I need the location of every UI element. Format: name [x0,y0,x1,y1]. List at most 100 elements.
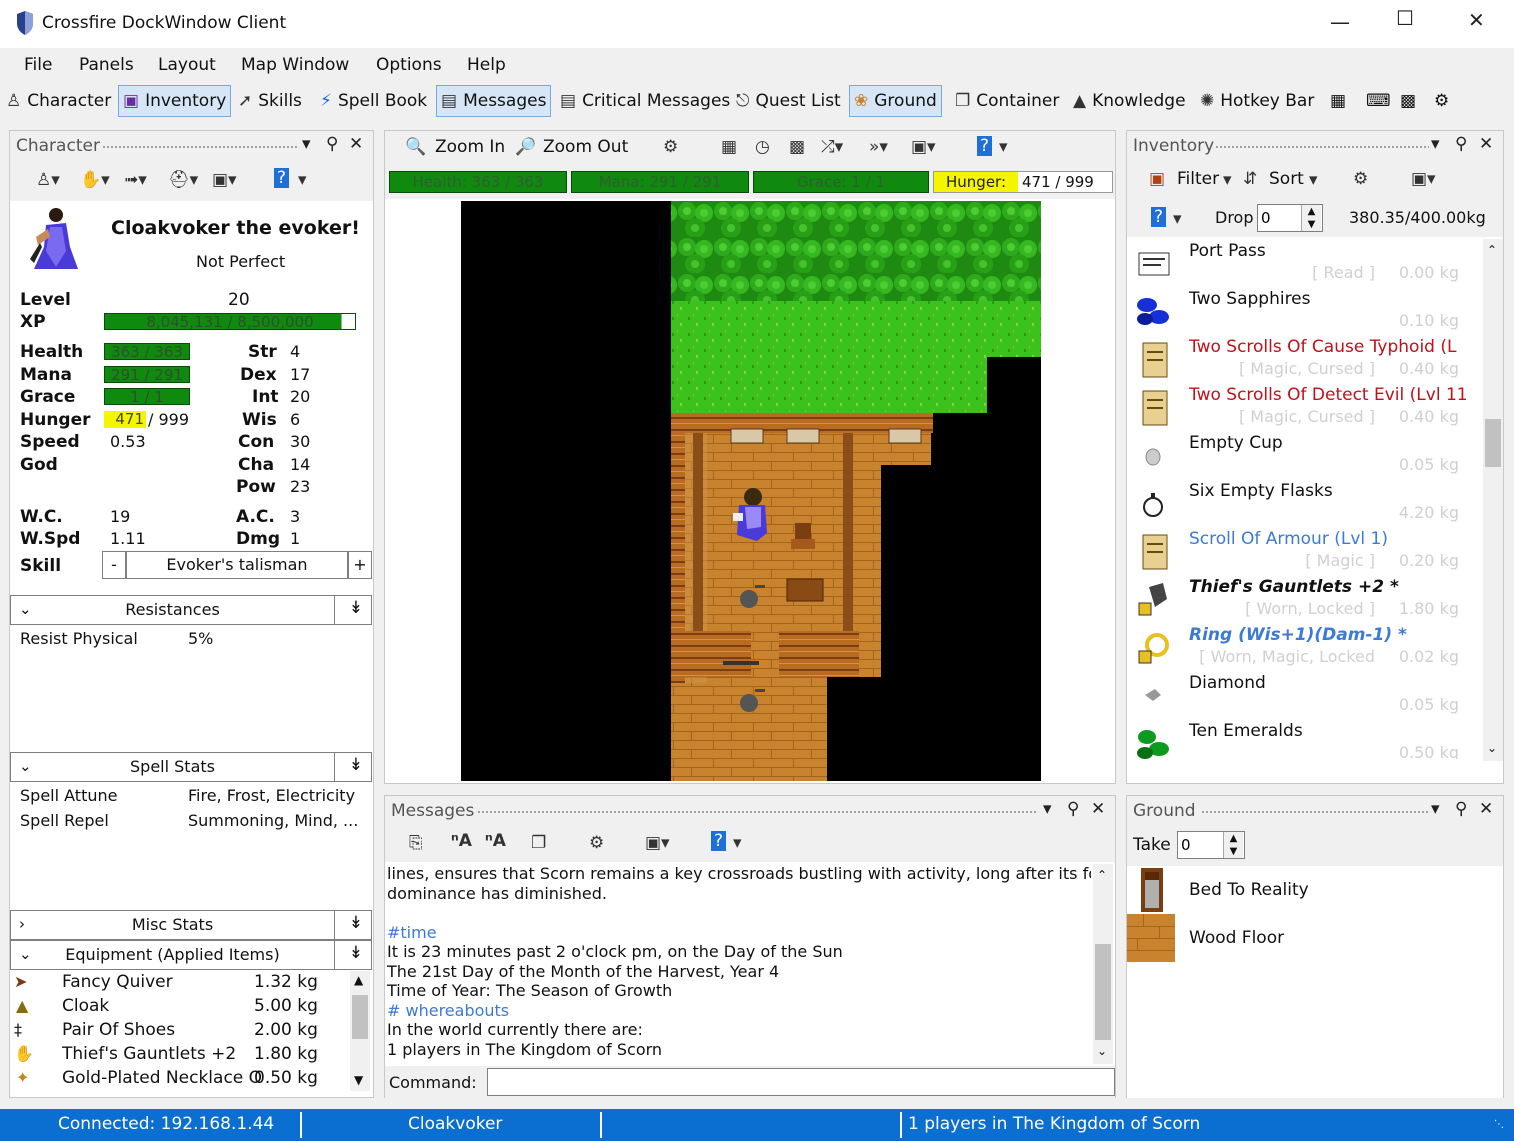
menu-layout[interactable]: Layout [158,55,216,75]
toolbar-hotkey-bar-button[interactable]: ✺ Hotkey Bar [1196,85,1318,117]
scroll-down-icon[interactable]: ▼ [354,1073,363,1087]
font-smaller-icon[interactable]: ⁿA [485,831,506,851]
spell-stats-section-header[interactable]: ⌄ Spell Stats ↡ [10,752,372,782]
layout-icon[interactable]: ▣▾ [212,170,237,190]
close-icon[interactable]: ✕ [1479,799,1493,819]
scroll-down-icon[interactable]: ⌄ [1097,1044,1107,1058]
clock-icon[interactable]: ◷ [755,137,770,157]
close-icon[interactable]: ✕ [349,134,363,154]
person-icon[interactable]: ♙▾ [36,170,60,190]
scroll-up-icon[interactable]: ▲ [354,973,363,987]
keyboard-icon[interactable]: ⌨ [1362,85,1395,117]
toolbar-critical-messages-button[interactable]: ▤ Critical Messages [556,85,734,117]
close-icon[interactable]: ✕ [1091,799,1105,819]
ground-list[interactable]: Bed To Reality Wood Floor [1127,866,1503,1098]
inventory-list[interactable]: Port Pass [ Read ] 0.00 kg Two Sapphires 0.1… [1127,239,1483,759]
settings-gear-icon[interactable]: ⚙ [663,137,678,157]
toolbar-inventory-button[interactable]: ▣ Inventory [118,85,232,117]
copy-icon[interactable]: ❐ [531,833,546,853]
layout-icon[interactable]: ▣▾ [911,137,936,157]
list-item[interactable]: ➤ Fancy Quiver 1.32 kg [10,971,350,995]
settings-gear-icon[interactable]: ⚙ [589,833,604,853]
settings-gear-icon[interactable]: ⚙ [1353,169,1368,189]
dropdown-arrow-icon[interactable]: ▾ [1043,799,1052,819]
toolbar-messages-button[interactable]: ▤ Messages [436,85,552,117]
maximize-icon[interactable]: ☐ [1396,6,1414,30]
help-icon[interactable]: ? [711,831,727,851]
list-item[interactable]: Wood Floor [1127,914,1503,962]
double-chevron-icon[interactable]: ↡ [349,913,363,933]
resistances-section-header[interactable]: ⌄ Resistances ↡ [10,595,372,625]
toolbar-character-button[interactable]: ♙ Character [2,85,115,117]
misc-stats-section-header[interactable]: › Misc Stats ↡ [10,910,372,940]
dropdown-arrow-icon[interactable]: ▾ [1431,134,1440,154]
list-item[interactable]: Two Scrolls Of Detect Evil (Lvl 11 [ Magi… [1127,383,1483,431]
toolbar-knowledge-button[interactable]: ▲ Knowledge [1069,85,1190,117]
settings-gear-icon[interactable]: ⚙ [1430,85,1453,117]
equipment-section-header[interactable]: ⌄ Equipment (Applied Items) ↡ [10,940,372,970]
chevron-down-icon[interactable]: ▾ [1173,209,1182,229]
help-icon[interactable]: ? [274,168,290,188]
list-item[interactable]: Scroll Of Armour (Lvl 1) [ Magic ] 0.20 kg [1127,527,1483,575]
messages-scrollbar[interactable]: ⌃ ⌄ [1093,864,1113,1064]
list-item[interactable]: ✋ Thief's Gauntlets +2 1.80 kg [10,1043,350,1067]
pin-icon[interactable]: ⚲ [1455,134,1467,154]
zoom-out-icon[interactable]: 🔎 [515,137,536,157]
sort-button[interactable]: Sort [1269,169,1304,189]
minimize-icon[interactable]: — [1330,10,1350,34]
menu-panels[interactable]: Panels [79,55,134,75]
toolbar-skills-button[interactable]: ➚ Skills [234,85,306,117]
dropdown-arrow-icon[interactable]: ▾ [1431,799,1440,819]
menu-help[interactable]: Help [467,55,506,75]
scroll-down-icon[interactable]: ⌄ [1487,741,1497,755]
fast-forward-icon[interactable]: »▾ [869,137,888,157]
layout-grid-icon[interactable]: ▦ [1326,85,1350,117]
sack-icon[interactable]: ⛑▾ [168,170,198,190]
list-item[interactable]: ‡ Pair Of Shoes 2.00 kg [10,1019,350,1043]
command-input[interactable] [487,1068,1115,1096]
double-chevron-icon[interactable]: ↡ [349,598,363,618]
drop-quantity-stepper[interactable]: ▲ ▼ [1301,205,1321,231]
message-link[interactable]: #time [387,923,437,942]
direction-icon[interactable]: ⤮▾ [821,137,843,157]
game-map[interactable] [461,201,1041,781]
chevron-down-icon[interactable]: ▾ [1223,170,1232,190]
inventory-scrollbar[interactable]: ⌃ ⌄ [1483,239,1503,761]
skill-next-button[interactable]: + [348,551,372,579]
list-item[interactable]: Two Sapphires 0.10 kg [1127,287,1483,335]
toolbar-ground-button[interactable]: ❀ Ground [849,85,942,117]
zoom-in-icon[interactable]: 🔍 [405,137,426,157]
dropdown-arrow-icon[interactable]: ▾ [302,134,311,154]
message-log[interactable]: lines, ensures that Scorn remains a key … [385,864,1091,1064]
filter-button[interactable]: Filter [1177,169,1219,189]
scroll-up-icon[interactable]: ⌃ [1487,243,1497,257]
clear-icon[interactable]: ⎘ [409,833,423,853]
toolbar-quest-list-button[interactable]: ⎋ Quest List [732,85,845,117]
help-icon[interactable]: ? [1151,207,1167,227]
take-quantity-stepper[interactable]: ▲ ▼ [1223,832,1243,858]
menu-options[interactable]: Options [376,55,442,75]
pin-icon[interactable]: ⚲ [1455,799,1467,819]
help-icon[interactable]: ? [977,136,993,156]
chevron-down-icon[interactable]: ▾ [1309,170,1318,190]
message-link[interactable]: # whereabouts [387,1001,509,1020]
list-item[interactable]: Bed To Reality [1127,866,1503,914]
double-chevron-icon[interactable]: ↡ [349,943,363,963]
list-item[interactable]: ✦ Gold-Plated Necklace O 0.50 kg [10,1067,350,1091]
toolbar-container-button[interactable]: ❐ Container [951,85,1063,117]
pin-icon[interactable]: ⚲ [1067,799,1079,819]
layout-icon[interactable]: ▣▾ [1411,169,1436,189]
zoom-in-button[interactable]: Zoom In [435,137,505,157]
scroll-up-icon[interactable]: ⌃ [1097,868,1107,882]
list-item[interactable]: Two Scrolls Of Cause Typhoid (L [ Magic, … [1127,335,1483,383]
resize-grip-icon[interactable]: ⋱ [1494,1119,1504,1130]
double-chevron-icon[interactable]: ↡ [349,755,363,775]
font-bigger-icon[interactable]: ⁿA [451,831,472,851]
list-item[interactable]: Ring (Wis+1)(Dam-1) * [ Worn, Magic, Lock… [1127,623,1483,671]
map-icon[interactable]: ▦ [721,137,737,157]
list-item[interactable]: Diamond 0.05 kg [1127,671,1483,719]
list-item[interactable]: Six Empty Flasks 4.20 kg [1127,479,1483,527]
skill-selector[interactable]: Evoker's talisman [126,551,348,579]
list-item[interactable]: Ten Emeralds 0.50 kg [1127,719,1483,759]
chevron-down-icon[interactable]: ▾ [999,137,1008,157]
